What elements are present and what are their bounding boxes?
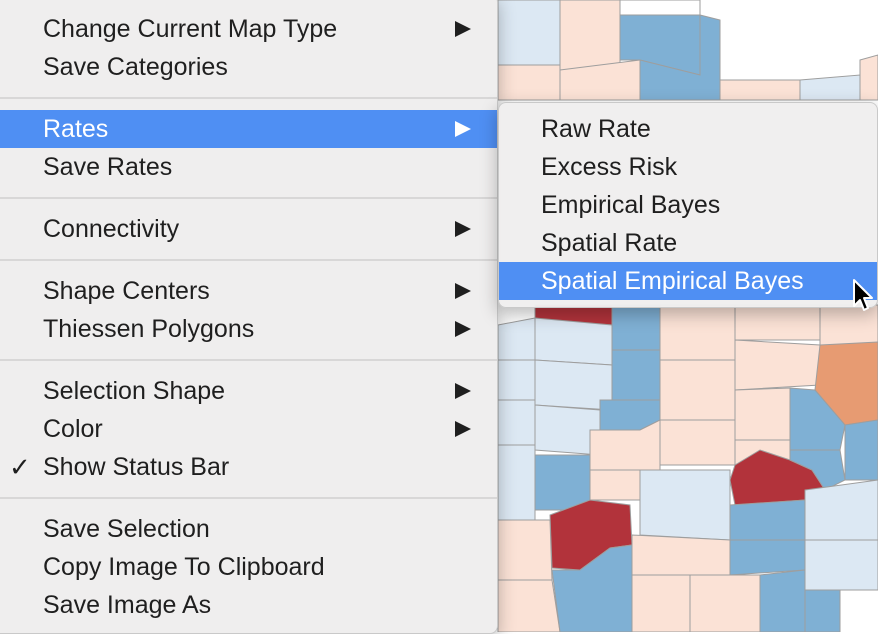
map-region xyxy=(497,64,561,101)
map-region xyxy=(534,454,591,511)
menu-item-label: Save Categories xyxy=(43,53,228,81)
menu-item-rates[interactable]: Rates xyxy=(0,110,497,148)
menu-item-copy-image-to-clipboard[interactable]: Copy Image To Clipboard xyxy=(0,548,497,586)
map-region xyxy=(859,54,878,101)
map-region xyxy=(689,574,761,632)
submenu-item-label: Spatial Empirical Bayes xyxy=(541,267,804,295)
map-region xyxy=(734,387,791,441)
submenu-arrow-icon xyxy=(455,283,471,299)
submenu-arrow-icon xyxy=(455,383,471,399)
map-region xyxy=(631,534,731,576)
submenu-arrow-icon xyxy=(455,421,471,437)
map-region xyxy=(729,539,806,576)
menu-separator xyxy=(0,497,497,499)
map-region xyxy=(497,519,553,581)
rates-submenu: Raw Rate Excess Risk Empirical Bayes Spa… xyxy=(498,102,878,308)
submenu-arrow-icon xyxy=(455,121,471,137)
map-region xyxy=(759,569,806,632)
menu-item-label: Copy Image To Clipboard xyxy=(43,553,325,581)
map-region xyxy=(534,317,613,366)
submenu-item-spatial-rate[interactable]: Spatial Rate xyxy=(499,224,877,262)
menu-item-label: Shape Centers xyxy=(43,277,210,305)
map-region xyxy=(734,304,821,341)
map-region xyxy=(497,399,536,446)
menu-separator xyxy=(0,359,497,361)
map-region xyxy=(804,589,841,632)
submenu-item-spatial-empirical-bayes[interactable]: Spatial Empirical Bayes xyxy=(499,262,877,300)
checkmark-icon: ✓ xyxy=(9,452,31,482)
menu-item-save-image-as[interactable]: Save Image As xyxy=(0,586,497,624)
map-region xyxy=(611,349,661,401)
map-region xyxy=(729,499,806,541)
menu-item-show-status-bar[interactable]: ✓ Show Status Bar xyxy=(0,448,497,486)
menu-item-save-selection[interactable]: Save Selection xyxy=(0,510,497,548)
map-region xyxy=(844,419,878,481)
submenu-item-label: Spatial Rate xyxy=(541,229,678,257)
map-region xyxy=(497,359,536,401)
map-region xyxy=(659,419,736,466)
submenu-arrow-icon xyxy=(455,321,471,337)
menu-item-shape-centers[interactable]: Shape Centers xyxy=(0,272,497,310)
menu-item-color[interactable]: Color xyxy=(0,410,497,448)
map-region xyxy=(631,574,691,632)
menu-item-connectivity[interactable]: Connectivity xyxy=(0,210,497,248)
map-region xyxy=(719,79,801,101)
menu-item-save-categories[interactable]: Save Categories xyxy=(0,48,497,86)
menu-item-label: Thiessen Polygons xyxy=(43,315,255,343)
submenu-item-label: Excess Risk xyxy=(541,153,678,181)
mouse-pointer-icon xyxy=(853,279,873,311)
submenu-arrow-icon xyxy=(455,221,471,237)
menu-separator xyxy=(0,197,497,199)
context-menu: Change Current Map Type Save Categories … xyxy=(0,0,498,634)
menu-item-thiessen-polygons[interactable]: Thiessen Polygons xyxy=(0,310,497,348)
map-region xyxy=(804,539,878,591)
menu-item-label: Save Selection xyxy=(43,515,210,543)
map-region xyxy=(659,359,736,421)
map-region xyxy=(559,0,621,71)
menu-item-selection-shape[interactable]: Selection Shape xyxy=(0,372,497,410)
menu-item-label: Rates xyxy=(43,115,109,143)
map-region xyxy=(799,74,861,101)
map-region xyxy=(659,304,736,361)
menu-item-label: Change Current Map Type xyxy=(43,15,338,43)
menu-item-label: Save Image As xyxy=(43,591,212,619)
submenu-arrow-icon xyxy=(455,21,471,37)
map-region xyxy=(639,469,731,541)
submenu-item-excess-risk[interactable]: Excess Risk xyxy=(499,148,877,186)
menu-item-label: Selection Shape xyxy=(43,377,226,405)
menu-item-change-current-map-type[interactable]: Change Current Map Type xyxy=(0,10,497,48)
menu-item-label: Save Rates xyxy=(43,153,173,181)
map-region xyxy=(497,317,536,361)
menu-item-save-rates[interactable]: Save Rates xyxy=(0,148,497,186)
menu-item-label: Connectivity xyxy=(43,215,180,243)
menu-separator xyxy=(0,259,497,261)
submenu-item-label: Empirical Bayes xyxy=(541,191,721,219)
menu-item-label: Color xyxy=(43,415,103,443)
map-region xyxy=(589,469,641,501)
map-region xyxy=(497,579,561,632)
menu-separator xyxy=(0,97,497,99)
map-region xyxy=(734,339,821,391)
submenu-item-raw-rate[interactable]: Raw Rate xyxy=(499,110,877,148)
submenu-item-label: Raw Rate xyxy=(541,115,651,143)
map-region xyxy=(619,0,701,16)
menu-item-label: Show Status Bar xyxy=(43,453,230,481)
map-region xyxy=(497,0,561,66)
map-region xyxy=(497,444,536,521)
map-region xyxy=(804,479,878,541)
map-region xyxy=(611,304,661,351)
submenu-item-empirical-bayes[interactable]: Empirical Bayes xyxy=(499,186,877,224)
